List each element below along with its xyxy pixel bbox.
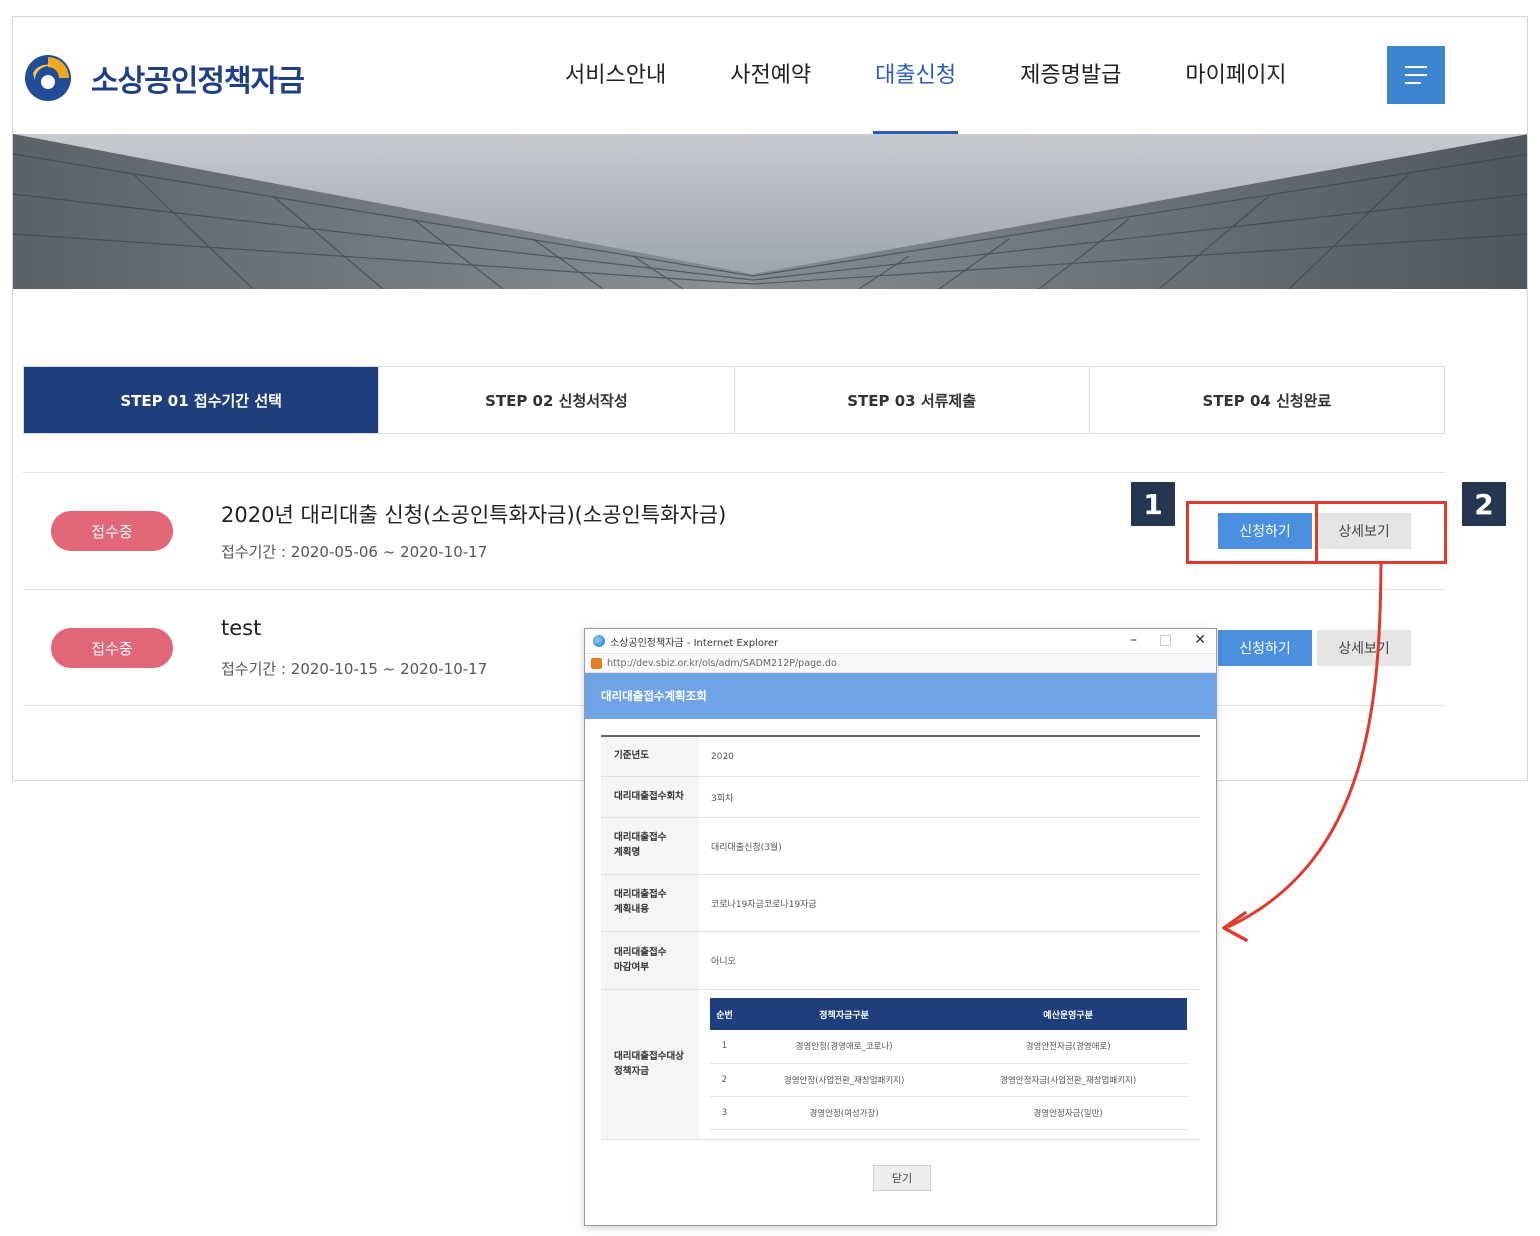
main-nav: 서비스안내 사전예약 대출신청 제증명발급 마이페이지 — [533, 17, 1319, 134]
field-value: 2020 — [711, 751, 734, 762]
nav-item-service[interactable]: 서비스안내 — [533, 17, 698, 134]
column-header: 순번 — [710, 998, 739, 1030]
field-label: 기준년도 — [601, 737, 699, 776]
step-3-documents: STEP 03 서류제출 — [733, 367, 1089, 433]
column-header: 예산운영구분 — [949, 998, 1187, 1030]
application-period: 접수기간 : 2020-05-06 ~ 2020-10-17 — [221, 543, 488, 561]
step-2-form: STEP 02 신청서작성 — [378, 367, 734, 433]
field-label: 대리대출접수 계획명 — [601, 818, 699, 874]
window-controls: – □ ✕ — [1130, 632, 1206, 648]
table-cell: 경영안정(사업전환_재창업패키지) — [738, 1063, 950, 1097]
info-row: 대리대출접수 계획내용 코로나19자금코로나19자금 — [601, 875, 1200, 932]
site-logo[interactable]: 소상공인정책자금 — [23, 53, 305, 103]
field-label: 대리대출접수회차 — [601, 777, 699, 817]
popup-window-title: 소상공인정책자금 - Internet Explorer — [610, 637, 779, 649]
hamburger-icon-line — [1405, 74, 1427, 76]
field-label: 대리대출접수 계획내용 — [601, 875, 699, 931]
table-cell: 1 — [710, 1030, 739, 1064]
field-value: 3회차 — [711, 793, 734, 804]
popup-heading: 대리대출접수계획조회 — [585, 673, 1216, 719]
step-1-period-select: STEP 01 접수기간 선택 — [24, 367, 379, 433]
hamburger-icon-line — [1405, 82, 1421, 84]
table-row: 1 경영안정(경영애로_코로나) 경영안전자금(경영애로) — [710, 1030, 1187, 1064]
table-cell: 2 — [710, 1063, 739, 1097]
hamburger-icon — [1405, 66, 1427, 68]
table-cell: 3 — [710, 1096, 739, 1130]
site-favicon-icon — [591, 657, 602, 669]
info-row: 대리대출접수회차 3회차 — [601, 777, 1200, 818]
info-row: 대리대출접수대상 정책자금 순번 정책자금구분 예산운영구분 1 경영안정(경영… — [601, 990, 1200, 1140]
field-value: 대리대출신청(3월) — [711, 842, 782, 853]
target-fund-table: 순번 정책자금구분 예산운영구분 1 경영안정(경영애로_코로나) 경영안전자금… — [710, 998, 1187, 1130]
annotation-marker-1: 1 — [1131, 482, 1175, 526]
status-badge: 접수중 — [51, 628, 173, 668]
site-header: 소상공인정책자금 서비스안내 사전예약 대출신청 제증명발급 마이페이지 — [13, 17, 1527, 134]
plan-info-table: 기준년도 2020 대리대출접수회차 3회차 대리대출접수 계획명 대리대출신청… — [601, 735, 1200, 1140]
table-row: 3 경영안정(여성가장) 경영안정자금(일반) — [710, 1096, 1187, 1130]
logo-text: 소상공인정책자금 — [91, 64, 305, 99]
highlight-detail-button — [1315, 501, 1447, 564]
nav-item-reservation[interactable]: 사전예약 — [698, 17, 843, 134]
nav-item-mypage[interactable]: 마이페이지 — [1153, 17, 1318, 134]
logo-mark-icon — [25, 55, 71, 101]
step-4-complete: STEP 04 신청완료 — [1088, 367, 1444, 433]
info-row: 기준년도 2020 — [601, 737, 1200, 777]
table-cell: 경영안전자금(경영애로) — [949, 1030, 1187, 1064]
detail-button[interactable]: 상세보기 — [1317, 630, 1411, 666]
info-row: 대리대출접수 마감여부 아니오 — [601, 932, 1200, 990]
application-steps: STEP 01 접수기간 선택 STEP 02 신청서작성 STEP 03 서류… — [23, 366, 1445, 434]
minimize-icon[interactable]: – — [1130, 632, 1137, 648]
table-cell: 경영안정(여성가장) — [738, 1096, 950, 1130]
info-row: 대리대출접수 계획명 대리대출신청(3월) — [601, 818, 1200, 875]
table-cell: 경영안정자금(일반) — [949, 1096, 1187, 1130]
field-label: 대리대출접수 마감여부 — [601, 932, 699, 989]
application-title: test — [221, 616, 262, 640]
status-badge: 접수중 — [51, 511, 173, 551]
nav-item-certificate[interactable]: 제증명발급 — [988, 17, 1153, 134]
building-banner-image — [13, 134, 1527, 289]
popup-url: http://dev.sbiz.or.kr/ols/adm/SADM212P/p… — [607, 657, 837, 669]
table-cell: 경영안정(경영애로_코로나) — [738, 1030, 950, 1064]
hero-banner — [13, 134, 1527, 289]
target-fund-cell: 순번 정책자금구분 예산운영구분 1 경영안정(경영애로_코로나) 경영안전자금… — [699, 990, 1200, 1139]
internet-explorer-icon — [593, 635, 605, 647]
field-value: 코로나19자금코로나19자금 — [711, 899, 817, 910]
popup-title-bar: 소상공인정책자금 - Internet Explorer – □ ✕ — [585, 629, 1216, 653]
plan-detail-popup: 소상공인정책자금 - Internet Explorer – □ ✕ http:… — [584, 628, 1217, 1226]
popup-address-bar: http://dev.sbiz.or.kr/ols/adm/SADM212P/p… — [585, 653, 1216, 673]
application-period: 접수기간 : 2020-10-15 ~ 2020-10-17 — [221, 660, 488, 678]
close-icon[interactable]: ✕ — [1194, 632, 1206, 648]
close-button[interactable]: 닫기 — [873, 1165, 931, 1191]
table-cell: 경영안정자금(사업전환_재창업패키지) — [949, 1063, 1187, 1097]
field-value: 아니오 — [711, 957, 736, 967]
maximize-icon[interactable]: □ — [1159, 632, 1172, 648]
table-row: 2 경영안정(사업전환_재창업패키지) 경영안정자금(사업전환_재창업패키지) — [710, 1063, 1187, 1097]
field-label: 대리대출접수대상 정책자금 — [601, 990, 699, 1139]
annotation-marker-2: 2 — [1462, 482, 1506, 526]
highlight-apply-button — [1186, 501, 1318, 564]
column-header: 정책자금구분 — [738, 998, 950, 1030]
apply-button[interactable]: 신청하기 — [1218, 630, 1312, 666]
hamburger-menu-button[interactable] — [1387, 46, 1445, 104]
application-title: 2020년 대리대출 신청(소공인특화자금)(소공인특화자금) — [221, 503, 727, 527]
nav-item-loan-application[interactable]: 대출신청 — [843, 17, 988, 134]
